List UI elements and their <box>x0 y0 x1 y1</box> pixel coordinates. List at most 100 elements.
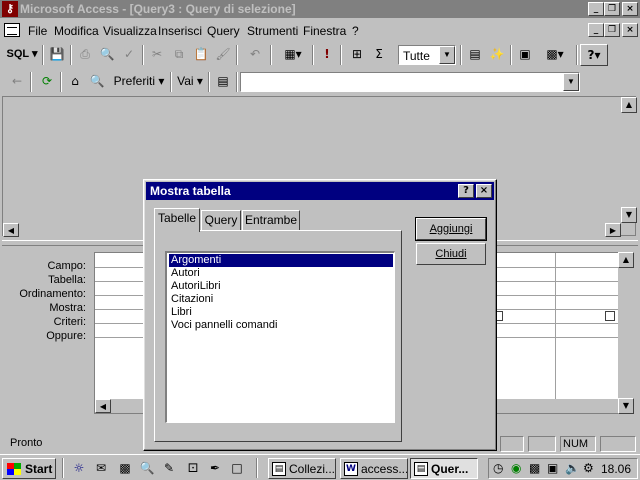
task-access-doc[interactable]: W access... <box>340 458 408 479</box>
home-icon[interactable]: ⌂ <box>64 71 86 93</box>
table-pane-vscrollbar[interactable]: ▲ ▼ <box>621 97 637 223</box>
minimize-button[interactable]: _ <box>588 2 604 16</box>
refresh-icon[interactable]: ⟳ <box>36 71 58 93</box>
grid-outer-vscrollbar[interactable]: ▲ ▼ <box>618 252 634 414</box>
tray-icon-monitor[interactable]: ▣ <box>547 461 558 475</box>
menu-strumenti[interactable]: Strumenti <box>247 24 298 38</box>
favorites-button[interactable]: Preferiti ▾ <box>110 71 168 93</box>
list-item[interactable]: AutoriLibri <box>169 280 393 293</box>
scroll-up-icon[interactable]: ▲ <box>621 97 637 113</box>
doc-restore-button[interactable]: ❐ <box>604 23 620 37</box>
paste-icon[interactable]: 📋 <box>190 44 212 66</box>
close-dialog-button[interactable]: Chiudi <box>416 243 486 265</box>
close-button[interactable]: × <box>622 2 638 16</box>
scroll-left-icon[interactable]: ◀ <box>3 223 19 237</box>
monitor-icon[interactable]: □ <box>228 459 246 477</box>
chevron-down-icon[interactable]: ▼ <box>439 46 455 64</box>
scroll-left-icon[interactable]: ◀ <box>95 399 111 413</box>
status-panel <box>528 436 556 452</box>
taskbar-separator <box>256 458 258 478</box>
menu-help[interactable]: ? <box>352 24 359 38</box>
tab-both[interactable]: Entrambe <box>242 210 300 230</box>
undo-icon[interactable]: ↶ <box>244 44 266 66</box>
tray-icon-scheduler[interactable]: ◷ <box>493 461 503 475</box>
doc-close-button[interactable]: × <box>622 23 638 37</box>
copy-icon[interactable]: ⧉ <box>168 44 190 66</box>
task-collezioni[interactable]: ▤ Collezi... <box>268 458 336 479</box>
menu-modifica[interactable]: Modifica <box>54 24 99 38</box>
outlook-icon[interactable]: ✉ <box>92 459 110 477</box>
tray-icon-network[interactable]: ◉ <box>511 461 521 475</box>
view-button[interactable]: SQL ▾ <box>4 44 40 66</box>
show-checkbox[interactable] <box>605 311 615 321</box>
list-item[interactable]: Argomenti <box>169 254 393 267</box>
scroll-up-icon[interactable]: ▲ <box>618 252 634 268</box>
tray-icon-agent[interactable]: ⚙ <box>583 461 594 475</box>
search-web-icon[interactable]: 🔍 <box>86 71 108 93</box>
menu-finestra[interactable]: Finestra <box>303 24 346 38</box>
toolbar-separator <box>510 45 512 65</box>
menu-query[interactable]: Query <box>207 24 240 38</box>
run-icon[interactable]: ! <box>316 44 338 66</box>
document-icon[interactable] <box>4 23 20 37</box>
show-only-web-toolbar-icon[interactable]: ▤ <box>212 71 234 93</box>
scroll-down-icon[interactable]: ▼ <box>618 398 634 414</box>
save-icon[interactable]: 💾 <box>46 44 68 66</box>
restore-button[interactable]: ❐ <box>604 2 620 16</box>
scroll-right-icon[interactable]: ▶ <box>605 223 621 237</box>
totals-icon[interactable]: Σ <box>368 44 390 66</box>
show-table-icon[interactable]: ⊞ <box>346 44 368 66</box>
desktop-icon[interactable]: ▩ <box>116 459 134 477</box>
query-type-icon[interactable]: ▦▾ <box>276 44 310 66</box>
start-label: Start <box>25 462 53 476</box>
toolbar-separator <box>236 72 238 92</box>
start-button[interactable]: Start <box>2 458 56 479</box>
ie-icon[interactable]: ☼ <box>70 459 88 477</box>
spelling-icon[interactable]: ✓ <box>118 44 140 66</box>
tables-listbox[interactable]: Argomenti Autori AutoriLibri Citazioni L… <box>165 251 395 423</box>
top-values-combo[interactable]: Tutte ▼ <box>398 45 456 65</box>
scroll-down-icon[interactable]: ▼ <box>621 207 637 223</box>
access-key-icon[interactable]: ⚷ <box>2 1 18 17</box>
add-button[interactable]: Aggiungi <box>415 217 487 241</box>
volume-icon[interactable]: 🔈 <box>565 461 580 475</box>
list-item[interactable]: Libri <box>169 306 393 319</box>
help-icon[interactable]: ?▾ <box>580 44 608 66</box>
tray-icon-display[interactable]: ▩ <box>529 461 540 475</box>
notepad-icon[interactable]: ✎ <box>160 459 178 477</box>
clock[interactable]: 18.06 <box>601 462 631 476</box>
dice-icon[interactable]: ⚀ <box>184 459 202 477</box>
dialog-close-button[interactable]: × <box>476 184 492 198</box>
pen-icon[interactable]: ✒ <box>206 459 224 477</box>
tab-label: Tabelle <box>157 211 197 225</box>
goto-button[interactable]: Vai ▾ <box>174 71 206 93</box>
print-icon[interactable]: ⎙ <box>74 44 96 66</box>
address-combo[interactable]: ▼ <box>240 72 580 92</box>
find-icon[interactable]: 🔍 <box>138 459 156 477</box>
dialog-titlebar[interactable]: Mostra tabella ? × <box>146 182 494 200</box>
list-item[interactable]: Voci pannelli comandi <box>169 319 393 332</box>
doc-minimize-button[interactable]: _ <box>588 23 604 37</box>
dialog-help-button[interactable]: ? <box>458 184 474 198</box>
tab-tables[interactable]: Tabelle <box>154 208 200 232</box>
tab-queries[interactable]: Query <box>201 210 241 230</box>
num-lock-label: NUM <box>563 438 589 450</box>
build-icon[interactable]: ✨ <box>486 44 508 66</box>
properties-icon[interactable]: ▤ <box>464 44 486 66</box>
status-text: Pronto <box>10 437 43 449</box>
list-item[interactable]: Citazioni <box>169 293 393 306</box>
list-item[interactable]: Autori <box>169 267 393 280</box>
menu-file[interactable]: File <box>28 24 47 38</box>
new-object-icon[interactable]: ▩▾ <box>538 44 572 66</box>
dialog-title: Mostra tabella <box>150 184 231 198</box>
print-preview-icon[interactable]: 🔍 <box>96 44 118 66</box>
database-window-icon[interactable]: ▣ <box>514 44 536 66</box>
cut-icon[interactable]: ✂ <box>146 44 168 66</box>
format-painter-icon[interactable]: 🖌 <box>212 44 234 66</box>
tab-label: Query <box>204 213 238 227</box>
menu-inserisci[interactable]: Inserisci <box>158 24 202 38</box>
chevron-down-icon[interactable]: ▼ <box>563 73 579 91</box>
task-query[interactable]: ▤ Quer... <box>410 458 478 479</box>
back-icon[interactable]: ← <box>6 71 28 93</box>
menu-visualizza[interactable]: Visualizza <box>103 24 157 38</box>
